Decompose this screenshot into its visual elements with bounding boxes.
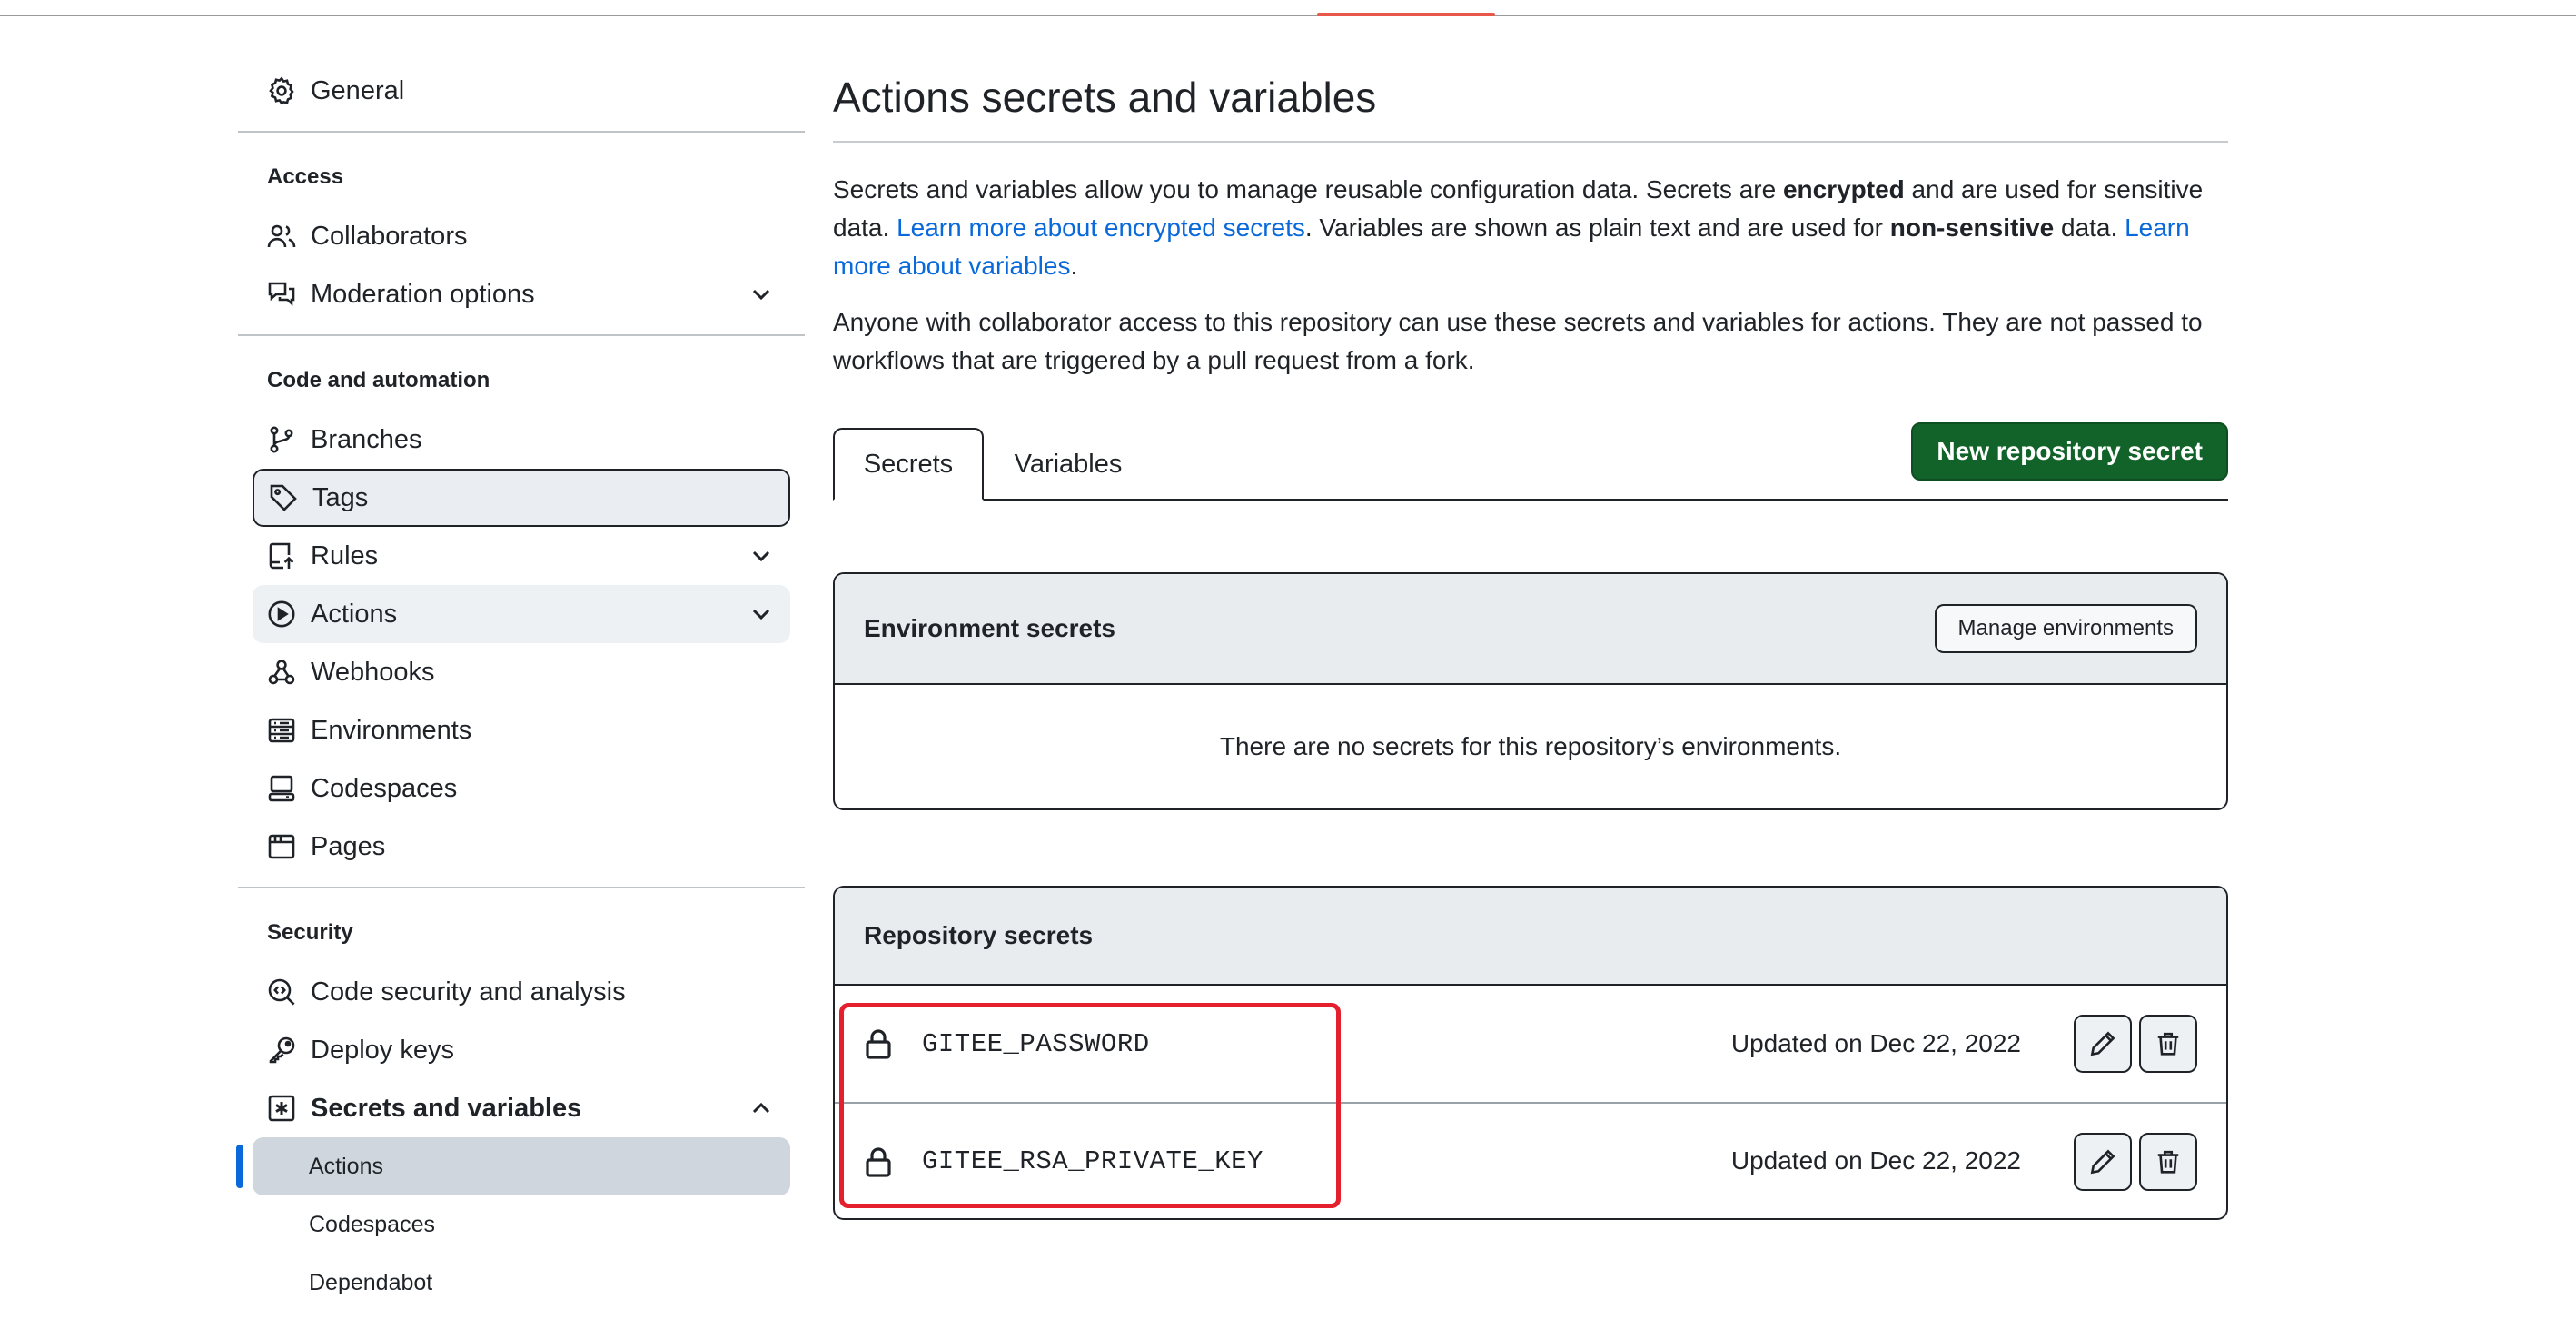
delete-secret-button[interactable] <box>2139 1015 2197 1073</box>
comment-discussion-icon <box>267 280 296 309</box>
sidebar-item-label: Deploy keys <box>311 1035 454 1065</box>
sidebar-item-branches[interactable]: Branches <box>253 411 790 469</box>
environment-secrets-empty-message: There are no secrets for this repository… <box>1219 732 1842 760</box>
sidebar-item-rules[interactable]: Rules <box>253 527 790 585</box>
sidebar-item-label: General <box>311 75 405 105</box>
environment-secrets-header: Environment secrets Manage environments <box>835 574 2226 685</box>
tab-secrets[interactable]: Secrets <box>833 428 984 501</box>
codespaces-icon <box>267 774 296 803</box>
intro-text: . Variables are shown as plain text and … <box>1304 213 1890 242</box>
trash-icon <box>2157 1032 2179 1056</box>
delete-secret-button[interactable] <box>2139 1133 2197 1191</box>
sidebar-item-deploy-keys[interactable]: Deploy keys <box>253 1021 790 1079</box>
section-heading-access: Access <box>267 164 344 189</box>
edit-secret-button[interactable] <box>2074 1133 2132 1191</box>
intro-text: . <box>1070 252 1078 280</box>
secret-name: GITEE_RSA_PRIVATE_KEY <box>922 1145 1263 1176</box>
section-heading-security: Security <box>267 920 353 945</box>
chevron-down-icon <box>752 550 770 562</box>
sidebar-subitem-codespaces[interactable]: Codespaces <box>253 1195 790 1254</box>
sidebar-item-label: Secrets and variables <box>311 1093 582 1123</box>
environment-secrets-heading: Environment secrets <box>864 614 1115 642</box>
sidebar-subitem-actions[interactable]: Actions <box>253 1137 790 1195</box>
sidebar-item-label: Code security and analysis <box>311 977 626 1007</box>
chevron-down-icon <box>752 609 770 620</box>
pencil-icon <box>2090 1031 2115 1056</box>
sidebar-item-tags[interactable]: Tags <box>253 469 790 527</box>
sidebar-item-secrets-variables[interactable]: Secrets and variables <box>253 1079 790 1137</box>
lock-icon <box>866 1029 891 1059</box>
sidebar-item-general[interactable]: General <box>253 62 790 120</box>
loading-bar <box>1317 13 1495 16</box>
secret-row: GITEE_RSA_PRIVATE_KEY Updated on Dec 22,… <box>835 1102 2226 1218</box>
sidebar-item-label: Pages <box>311 831 386 861</box>
manage-environments-button[interactable]: Manage environments <box>1934 604 2197 653</box>
sidebar-divider <box>238 887 805 888</box>
secret-row: GITEE_PASSWORD Updated on Dec 22, 2022 <box>835 986 2226 1102</box>
sidebar-item-label: Tags <box>312 482 369 512</box>
intro-emphasis: non-sensitive <box>1889 213 2055 242</box>
trash-icon <box>2157 1150 2179 1174</box>
codescan-icon <box>267 977 296 1007</box>
sidebar-item-label: Webhooks <box>311 657 435 687</box>
secret-name: GITEE_PASSWORD <box>922 1028 1150 1059</box>
top-border <box>0 15 2576 16</box>
lock-icon <box>866 1147 891 1177</box>
intro-paragraph: Secrets and variables allow you to manag… <box>833 171 2228 285</box>
sidebar-item-codespaces[interactable]: Codespaces <box>253 759 790 818</box>
access-note-paragraph: Anyone with collaborator access to this … <box>833 308 2203 374</box>
chevron-up-icon <box>752 1102 770 1114</box>
repo-push-icon <box>267 541 296 570</box>
key-asterisk-icon <box>267 1094 296 1123</box>
git-branch-icon <box>267 425 296 454</box>
webhook-icon <box>267 658 296 687</box>
intro-emphasis: encrypted <box>1782 175 1905 203</box>
server-icon <box>267 716 296 745</box>
secret-updated-date: Updated on Dec 22, 2022 <box>1730 1029 2021 1057</box>
sidebar-item-label: Branches <box>311 424 422 454</box>
sidebar-item-collaborators[interactable]: Collaborators <box>253 207 790 265</box>
tab-bar: Secrets Variables New repository secret <box>833 422 2228 501</box>
sidebar-subitem-dependabot[interactable]: Dependabot <box>253 1254 790 1312</box>
edit-secret-button[interactable] <box>2074 1015 2132 1073</box>
people-icon <box>267 222 296 251</box>
chevron-down-icon <box>752 289 770 301</box>
browser-icon <box>267 832 296 861</box>
learn-encrypted-secrets-link[interactable]: Learn more about encrypted secrets <box>897 213 1305 242</box>
page-title: Actions secrets and variables <box>833 74 1377 121</box>
repository-secrets-box: Repository secrets GITEE_PASSWORD Update… <box>833 886 2228 1220</box>
tag-icon <box>269 483 298 512</box>
sidebar-item-label: Rules <box>311 540 379 570</box>
sidebar-item-label: Codespaces <box>311 773 458 803</box>
repository-secrets-header: Repository secrets <box>835 888 2226 986</box>
active-nav-marker <box>236 1145 243 1188</box>
intro-text: data. <box>2054 213 2125 242</box>
sidebar-item-webhooks[interactable]: Webhooks <box>253 643 790 701</box>
play-icon <box>267 600 296 629</box>
key-icon <box>267 1036 296 1065</box>
gear-icon <box>267 76 296 105</box>
new-repository-secret-button[interactable]: New repository secret <box>1911 422 2228 481</box>
sidebar-divider <box>238 131 805 133</box>
sidebar-item-label: Actions <box>311 599 398 629</box>
sidebar-item-pages[interactable]: Pages <box>253 818 790 876</box>
section-heading-code-automation: Code and automation <box>267 368 490 392</box>
sidebar-item-environments[interactable]: Environments <box>253 701 790 759</box>
intro-text: Secrets and variables allow you to manag… <box>833 175 1783 203</box>
title-divider <box>833 141 2228 143</box>
secret-updated-date: Updated on Dec 22, 2022 <box>1730 1146 2021 1175</box>
sidebar-divider <box>238 334 805 336</box>
sidebar-item-actions[interactable]: Actions <box>253 585 790 643</box>
pencil-icon <box>2090 1149 2115 1175</box>
tab-variables[interactable]: Variables <box>984 428 1153 501</box>
repository-secrets-heading: Repository secrets <box>864 921 1094 949</box>
sidebar-item-label: Moderation options <box>311 279 535 309</box>
sidebar-item-moderation[interactable]: Moderation options <box>253 265 790 323</box>
sidebar-item-code-security[interactable]: Code security and analysis <box>253 963 790 1021</box>
environment-secrets-box: Environment secrets Manage environments … <box>833 572 2228 810</box>
sidebar-item-label: Collaborators <box>311 221 468 251</box>
sidebar-item-label: Environments <box>311 715 472 745</box>
